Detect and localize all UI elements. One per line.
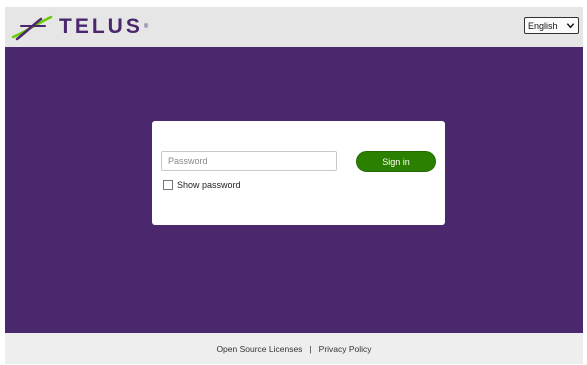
logo-wordmark: TELUS — [59, 15, 143, 38]
header-bar: TELUS ® English — [5, 7, 583, 47]
login-card: Sign in Show password — [152, 121, 445, 225]
trademark-symbol: ® — [143, 24, 149, 30]
main-content: Sign in Show password — [5, 47, 583, 333]
chevron-down-icon — [566, 23, 575, 29]
footer-bar: Open Source Licenses | Privacy Policy — [5, 333, 583, 364]
language-select[interactable]: English — [524, 17, 579, 34]
language-selected-value: English — [528, 20, 558, 31]
open-source-licenses-link[interactable]: Open Source Licenses — [216, 344, 302, 354]
page-frame: TELUS ® English Sign in Show password Ope… — [5, 7, 583, 364]
password-input[interactable] — [161, 151, 337, 171]
show-password-checkbox[interactable] — [163, 180, 173, 190]
show-password-label: Show password — [177, 180, 241, 190]
telus-swoosh-icon — [11, 15, 53, 41]
show-password-toggle[interactable]: Show password — [163, 180, 241, 190]
telus-logo[interactable]: TELUS ® — [11, 12, 148, 42]
sign-in-button[interactable]: Sign in — [356, 151, 436, 172]
footer-separator: | — [309, 343, 312, 354]
privacy-policy-link[interactable]: Privacy Policy — [319, 344, 372, 354]
